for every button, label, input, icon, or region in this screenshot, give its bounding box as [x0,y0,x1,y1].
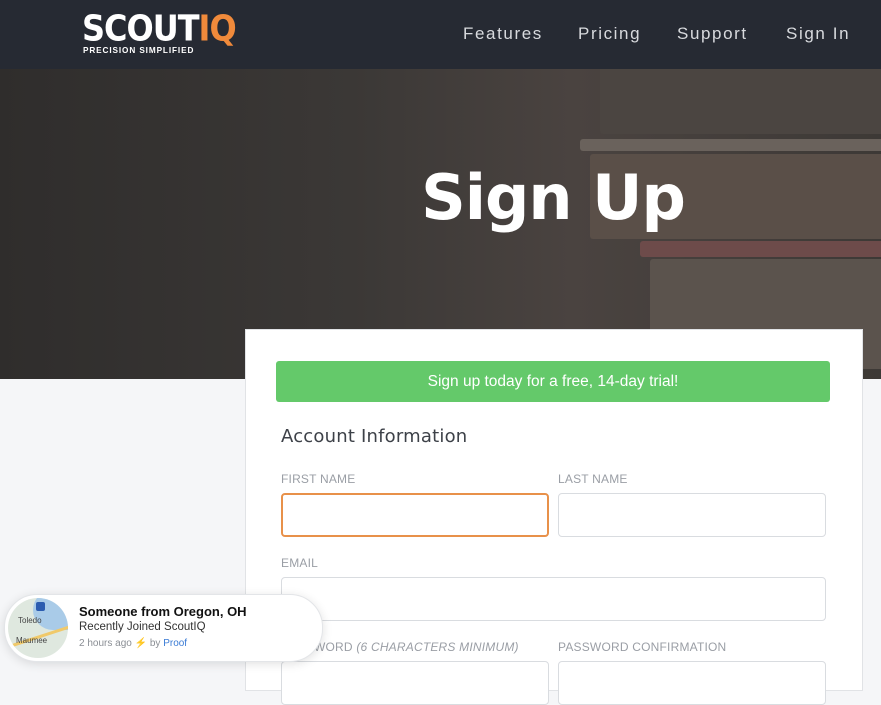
proof-brand-link[interactable]: Proof [163,638,187,649]
account-information-heading: Account Information [281,426,468,447]
nav-sign-in-link[interactable]: Sign In [786,24,850,44]
notification-meta: 2 hours ago ⚡ by Proof [79,638,187,649]
email-label: EMAIL [281,556,319,570]
map-city-label: Maumee [16,636,48,645]
password-label: WORD (6 CHARACTERS MINIMUM) [314,640,519,654]
free-trial-banner: Sign up today for a free, 14-day trial! [276,361,830,402]
book-decoration [640,241,881,257]
last-name-label: LAST NAME [558,472,628,486]
top-navbar: SCOUTIQ PRECISION SIMPLIFIED Features Pr… [0,0,881,69]
nav-features-link[interactable]: Features [463,24,543,44]
notification-time: 2 hours ago [79,638,132,649]
map-city-label: Toledo [18,616,42,625]
book-decoration [600,69,881,134]
last-name-input[interactable] [558,493,826,537]
password-confirmation-input[interactable] [558,661,826,705]
notification-title: Someone from Oregon, OH [79,604,247,619]
page-title: Sign Up [421,161,686,234]
logo-wordmark: SCOUTIQ [82,6,237,50]
first-name-input[interactable] [281,493,549,537]
signup-form-card: Sign up today for a free, 14-day trial! … [245,329,863,705]
email-input[interactable] [281,577,826,621]
password-hint: (6 CHARACTERS MINIMUM) [356,640,519,654]
location-map-thumbnail: Toledo Maumee [8,598,68,658]
password-input[interactable] [281,661,549,705]
notification-by: by [149,638,161,649]
logo-wordmark-accent: IQ [198,6,237,50]
social-proof-notification[interactable]: Toledo Maumee Someone from Oregon, OH Re… [4,594,323,662]
lightning-icon: ⚡ [134,638,148,649]
notification-subtitle: Recently Joined ScoutIQ [79,621,206,633]
book-decoration [580,139,881,151]
password-confirmation-label: PASSWORD CONFIRMATION [558,640,727,654]
nav-support-link[interactable]: Support [677,24,748,44]
logo-tagline: PRECISION SIMPLIFIED [83,46,195,55]
scoutiq-logo[interactable]: SCOUTIQ PRECISION SIMPLIFIED [82,8,237,58]
first-name-label: FIRST NAME [281,472,356,486]
nav-pricing-link[interactable]: Pricing [578,24,641,44]
highway-shield-icon [36,602,45,611]
